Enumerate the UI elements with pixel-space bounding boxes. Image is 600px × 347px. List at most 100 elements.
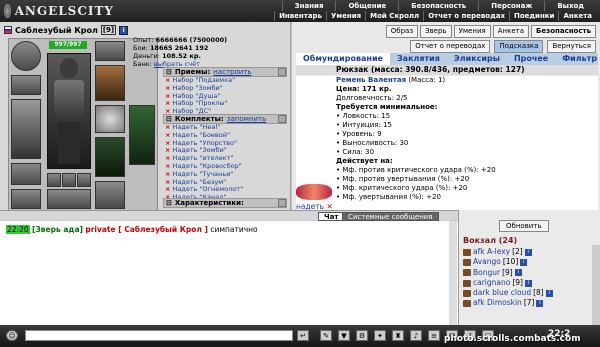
info-icon[interactable]: i	[536, 300, 544, 308]
priemy-settings-link[interactable]: настроить	[213, 68, 251, 76]
nav-vyhod[interactable]: Выход	[544, 1, 596, 11]
tab-prochee[interactable]: Прочее	[507, 53, 555, 65]
watermark: photo.scrolls.combats.com	[444, 334, 581, 344]
tab-anketa[interactable]: Анкета	[492, 25, 530, 38]
item-card: надеть ✕ Ремень Валентая (Масса: 1) Цена…	[296, 76, 598, 212]
refresh-button[interactable]: Обновить	[499, 220, 549, 232]
chat-private-target[interactable]: private [ Саблезубый Крол ]	[85, 225, 208, 234]
weapon-slot[interactable]	[11, 99, 41, 159]
settings-icon[interactable]: ⚙	[356, 330, 368, 341]
user-nick[interactable]: dark blue cloud	[473, 288, 531, 298]
info-icon[interactable]: i	[514, 269, 522, 277]
chat-scrollbar[interactable]	[449, 221, 457, 325]
belt-items-slot[interactable]	[47, 189, 91, 209]
user-nick[interactable]: carignano	[473, 278, 510, 288]
tab-umeniya[interactable]: Умения	[453, 25, 491, 38]
tab-obmundirovanie[interactable]: Обмундирование	[296, 53, 390, 65]
subnav-poedinki[interactable]: Поединки	[508, 11, 558, 21]
report-button[interactable]: Отчет о переводах	[410, 40, 491, 53]
ring3-slot[interactable]	[77, 173, 91, 187]
fight-icon[interactable]: ✦	[374, 330, 386, 341]
har-panel: ⊟ Характеристики:	[163, 198, 287, 208]
hint-button[interactable]: Подсказка	[494, 40, 544, 53]
subnav-umeniya[interactable]: Умения	[326, 11, 365, 21]
belt-item-image[interactable]	[296, 184, 332, 200]
chess-icon[interactable]: ♜	[392, 330, 404, 341]
clan-icon	[463, 248, 471, 256]
user-row: dark blue cloud [8] i	[463, 288, 595, 298]
tab-zver[interactable]: Зверь	[420, 25, 452, 38]
info-icon[interactable]: i	[524, 279, 532, 287]
user-row: Bongur [9] i	[463, 268, 595, 278]
inventory-tabs: Обмундирование Заклятия Эликсиры Прочее …	[296, 53, 598, 65]
tab-obraz[interactable]: Образ	[385, 25, 419, 38]
tab-eliksiry[interactable]: Эликсиры	[447, 53, 507, 65]
minus-icon[interactable]: ⊟	[166, 199, 172, 207]
smiley-icon[interactable]: ☺	[6, 330, 18, 341]
user-nick[interactable]: Bongur	[473, 268, 500, 278]
subnav-moy-skroll[interactable]: Мой Скролл	[365, 11, 423, 21]
info-icon[interactable]: i	[545, 289, 553, 297]
nav-bezopasnost[interactable]: Безопасность	[398, 1, 478, 11]
nav-personazh[interactable]: Персонаж	[478, 1, 544, 11]
act-line: • Мф. критического удара (%): +20	[336, 184, 468, 192]
tab-chat[interactable]: Чат	[318, 212, 345, 221]
shield-slot[interactable]	[129, 105, 155, 165]
scroll-icon[interactable]	[278, 199, 286, 207]
helmet-slot[interactable]	[11, 41, 41, 71]
item-mass: (Масса: 1)	[408, 76, 446, 84]
return-button[interactable]: Вернуться	[547, 40, 596, 53]
online-scrollbar[interactable]	[592, 245, 600, 325]
scroll-up-icon[interactable]	[278, 68, 286, 76]
komplekty-list: × Надеть "Heal" × Надеть "Боевой" × Надеть …	[163, 123, 287, 202]
clan-icon	[463, 289, 471, 297]
filter-icon[interactable]: ▼	[338, 330, 350, 341]
info-icon[interactable]: i	[524, 248, 532, 256]
ring2-slot[interactable]	[62, 173, 76, 187]
tab-bezopasnost[interactable]: Безопасность	[531, 25, 596, 38]
sound-icon[interactable]: ♪	[410, 330, 422, 341]
tab-system-messages[interactable]: Системные сообщения	[342, 212, 439, 221]
scroll-icon[interactable]: ≡	[428, 330, 440, 341]
item-name[interactable]: Ремень Валентая	[336, 76, 406, 84]
location-title: Вокзал (24)	[463, 236, 518, 245]
subnav-inventar[interactable]: Инвентарь	[274, 11, 326, 21]
player-name[interactable]: Саблезубый Крол	[15, 26, 98, 35]
earrings-slot[interactable]	[95, 41, 125, 61]
nav-obshchenie[interactable]: Общение	[335, 1, 398, 11]
info-icon[interactable]: i	[119, 25, 129, 35]
subnav-anketa[interactable]: Анкета	[558, 11, 596, 21]
info-icon[interactable]: i	[520, 258, 528, 266]
top-tabs: Образ Зверь Умения Анкета Безопасность	[385, 25, 596, 38]
pet-slot[interactable]	[95, 105, 125, 133]
scroll-icon[interactable]	[278, 115, 286, 123]
legs-slot[interactable]	[95, 137, 125, 177]
subnav-otchet[interactable]: Отчет о переводах	[423, 11, 509, 21]
armor-slot[interactable]	[95, 65, 125, 101]
user-nick[interactable]: afk Dimoskin	[473, 298, 522, 308]
minus-icon[interactable]: ⊟	[166, 68, 172, 76]
user-nick[interactable]: Avango	[473, 257, 501, 267]
belt-slot[interactable]	[11, 189, 41, 209]
komplekty-remember-link[interactable]: запомнить	[227, 115, 266, 123]
logo-emblem-icon	[4, 4, 11, 18]
clear-icon[interactable]: ✎	[320, 330, 332, 341]
wins-b: 2641	[174, 44, 193, 52]
act-line: • Мф. против критического удара (%): +20	[336, 166, 496, 174]
amulet-slot[interactable]	[11, 75, 41, 95]
minus-icon[interactable]: ⊟	[166, 115, 172, 123]
chat-input[interactable]	[25, 330, 293, 341]
chat-sender[interactable]: [Зверь ада]	[32, 225, 83, 234]
user-nick[interactable]: afk A-lexy	[473, 247, 510, 257]
send-icon[interactable]: ↵	[297, 330, 309, 341]
player-namebar: Саблезубый Крол [9] i	[4, 25, 129, 35]
clan-icon	[463, 269, 471, 277]
item-price: Цена: 171 кр.	[336, 85, 392, 93]
ring1-slot[interactable]	[47, 173, 61, 187]
nav-znaniya[interactable]: Знания	[281, 1, 336, 11]
gloves-slot[interactable]	[11, 163, 41, 185]
tab-filtr[interactable]: Фильтр	[555, 53, 600, 65]
tab-zaklyatiya[interactable]: Заклятия	[390, 53, 447, 65]
act-title: Действует на:	[336, 157, 393, 165]
boots-slot[interactable]	[95, 181, 125, 209]
